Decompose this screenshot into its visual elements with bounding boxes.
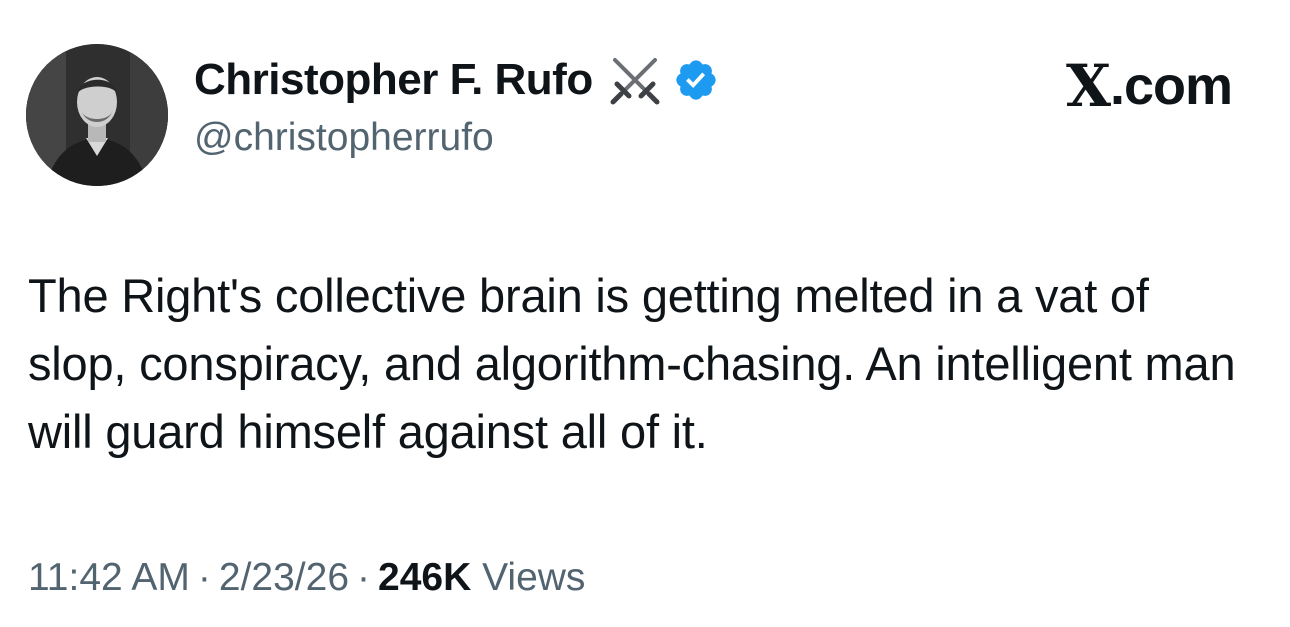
author-display-name[interactable]: Christopher F. Rufo [194,52,719,108]
author-handle[interactable]: @christopherrufo [194,116,494,160]
author-name-text: Christopher F. Rufo [194,55,593,104]
x-logo-icon: X [1065,52,1111,120]
separator: · [197,556,211,599]
tweet-text: The Right's collective brain is getting … [28,269,1236,458]
views-count: 246K [378,556,472,599]
brand-domain-text: .com [1109,56,1233,116]
separator: · [357,556,371,599]
verified-badge-icon[interactable] [673,57,719,103]
avatar[interactable] [26,44,168,186]
tweet-time[interactable]: 11:42 AM [28,556,190,599]
tweet-date[interactable]: 2/23/26 [219,556,349,599]
x-logo-link[interactable]: X .com [1065,52,1233,120]
tweet-meta: 11:42 AM · 2/23/26 · 246K Views [28,556,585,600]
crossed-swords-icon [607,52,663,108]
views-label: Views [482,556,586,599]
